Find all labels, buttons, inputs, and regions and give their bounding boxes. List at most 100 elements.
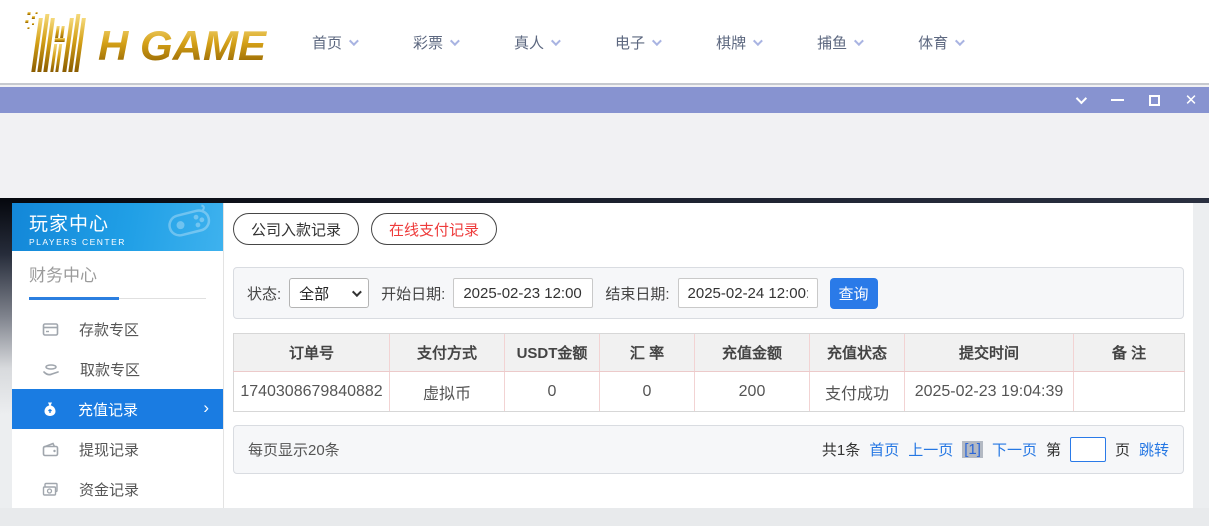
sidebar-menu: 存款专区 取款专区 充值记录 › — [12, 309, 223, 509]
page-gap — [0, 113, 1209, 198]
window-collapse-button[interactable] — [1072, 92, 1088, 108]
col-exchange-rate: 汇 率 — [600, 334, 695, 372]
chevron-down-icon — [352, 287, 362, 297]
minimize-icon — [1111, 99, 1124, 101]
nav-item-label: 捕鱼 — [817, 32, 847, 53]
sidebar-section: 财务中心 — [12, 251, 223, 300]
close-button[interactable]: ✕ — [1183, 92, 1199, 108]
main-nav: 首页 彩票 真人 电子 棋牌 捕鱼 体育 — [312, 0, 962, 85]
window-title-bar: ✕ — [0, 87, 1209, 113]
chevron-right-icon: › — [203, 398, 209, 418]
cell-remarks — [1074, 372, 1185, 412]
nav-item-label: 电子 — [615, 32, 645, 53]
nav-item-label: 棋牌 — [716, 32, 746, 53]
page-number-input[interactable] — [1070, 437, 1106, 462]
end-date-label: 结束日期: — [605, 283, 669, 304]
sidebar-item-recharge-records[interactable]: 充值记录 › — [12, 389, 223, 429]
jump-button[interactable]: 跳转 — [1139, 439, 1169, 460]
total-count-label: 共1条 — [822, 439, 860, 460]
first-page-link[interactable]: 首页 — [869, 439, 899, 460]
banknote-icon — [42, 481, 59, 498]
maximize-button[interactable] — [1146, 92, 1162, 108]
top-header: H GAME 首页 彩票 真人 电子 棋牌 捕鱼 体育 — [0, 0, 1209, 85]
chevron-down-icon — [450, 36, 460, 46]
prev-page-link[interactable]: 上一页 — [908, 439, 953, 460]
chevron-down-icon — [753, 36, 763, 46]
hand-coin-icon — [42, 361, 60, 378]
records-table: 订单号 支付方式 USDT金额 汇 率 充值金额 充值状态 提交时间 备 注 1… — [233, 333, 1185, 412]
logo-h-bars-icon — [18, 12, 86, 72]
nav-item-slots[interactable]: 电子 — [615, 32, 659, 53]
sidebar-item-label: 提现记录 — [79, 439, 139, 460]
start-date-input[interactable] — [453, 278, 593, 308]
sidebar-section-title: 财务中心 — [29, 263, 206, 289]
maximize-icon — [1149, 95, 1160, 106]
sidebar-item-withdraw[interactable]: 取款专区 — [12, 349, 223, 389]
tab-company-deposit-records[interactable]: 公司入款记录 — [233, 213, 359, 245]
nav-item-label: 体育 — [918, 32, 948, 53]
sidebar-item-funds-records[interactable]: 资金记录 — [12, 469, 223, 509]
sidebar-item-label: 资金记录 — [79, 479, 139, 500]
col-remarks: 备 注 — [1074, 334, 1185, 372]
filter-bar: 状态: 全部 开始日期: 结束日期: 查询 — [233, 267, 1184, 319]
cell-submit-time: 2025-02-23 19:04:39 — [905, 372, 1074, 412]
nav-item-live[interactable]: 真人 — [514, 32, 558, 53]
cell-payment-method: 虚拟币 — [390, 372, 505, 412]
pagination-bar: 每页显示20条 共1条 首页 上一页 [1] 下一页 第 页 跳转 — [233, 425, 1184, 474]
nav-item-label: 真人 — [514, 32, 544, 53]
col-order-id: 订单号 — [234, 334, 390, 372]
col-submit-time: 提交时间 — [905, 334, 1074, 372]
main-panel: 公司入款记录 在线支付记录 状态: 全部 开始日期: 结束日期: 查询 — [224, 203, 1193, 508]
status-select[interactable]: 全部 — [289, 278, 369, 308]
nav-item-chess[interactable]: 棋牌 — [716, 32, 760, 53]
nav-item-sports[interactable]: 体育 — [918, 32, 962, 53]
end-date-input[interactable] — [678, 278, 818, 308]
sidebar-item-deposit[interactable]: 存款专区 — [12, 309, 223, 349]
app-window: H GAME 首页 彩票 真人 电子 棋牌 捕鱼 体育 ✕ 玩家中心 PL — [0, 0, 1209, 526]
chevron-down-icon — [854, 36, 864, 46]
col-recharge-amount: 充值金额 — [695, 334, 810, 372]
table-row: 1740308679840882 虚拟币 0 0 200 支付成功 2025-0… — [234, 372, 1185, 412]
chevron-down-icon — [551, 36, 561, 46]
content-area: 玩家中心 PLAYERS CENTER 财务中心 — [0, 198, 1209, 508]
nav-item-lottery[interactable]: 彩票 — [413, 32, 457, 53]
record-tabs: 公司入款记录 在线支付记录 — [233, 213, 497, 245]
section-underline — [29, 297, 206, 300]
window-controls: ✕ — [1072, 87, 1209, 113]
tab-online-payment-records[interactable]: 在线支付记录 — [371, 213, 497, 245]
pagination-controls: 共1条 首页 上一页 [1] 下一页 第 页 跳转 — [822, 437, 1169, 462]
nav-item-home[interactable]: 首页 — [312, 32, 356, 53]
left-edge-shadow — [0, 198, 12, 508]
card-icon — [42, 321, 59, 338]
close-icon: ✕ — [1185, 93, 1198, 108]
table-header-row: 订单号 支付方式 USDT金额 汇 率 充值金额 充值状态 提交时间 备 注 — [234, 334, 1185, 372]
per-page-label: 每页显示20条 — [248, 439, 340, 460]
sidebar-item-label: 充值记录 — [78, 399, 138, 420]
status-label: 状态: — [247, 283, 281, 304]
jump-prefix-label: 第 — [1046, 439, 1061, 460]
sidebar-item-label: 存款专区 — [79, 319, 139, 340]
cell-order-id: 1740308679840882 — [234, 372, 390, 412]
sidebar-header: 玩家中心 PLAYERS CENTER — [12, 203, 223, 251]
chevron-down-icon — [652, 36, 662, 46]
chevron-down-icon — [349, 36, 359, 46]
brand-logo[interactable]: H GAME — [6, 10, 276, 74]
search-button[interactable]: 查询 — [830, 278, 878, 309]
cell-usdt-amount: 0 — [505, 372, 600, 412]
nav-item-label: 首页 — [312, 32, 342, 53]
bottom-band — [0, 508, 1209, 526]
sidebar-subtitle: PLAYERS CENTER — [29, 237, 223, 247]
minimize-button[interactable] — [1109, 92, 1125, 108]
wallet-icon — [42, 441, 59, 458]
cell-recharge-status: 支付成功 — [810, 372, 905, 412]
sidebar-item-label: 取款专区 — [80, 359, 140, 380]
next-page-link[interactable]: 下一页 — [992, 439, 1037, 460]
nav-item-fishing[interactable]: 捕鱼 — [817, 32, 861, 53]
jump-suffix-label: 页 — [1115, 439, 1130, 460]
sidebar: 玩家中心 PLAYERS CENTER 财务中心 — [12, 203, 224, 508]
cell-exchange-rate: 0 — [600, 372, 695, 412]
chevron-down-icon — [955, 36, 965, 46]
start-date-label: 开始日期: — [381, 283, 445, 304]
sidebar-item-withdrawal-records[interactable]: 提现记录 — [12, 429, 223, 469]
chevron-down-icon — [1076, 93, 1087, 104]
